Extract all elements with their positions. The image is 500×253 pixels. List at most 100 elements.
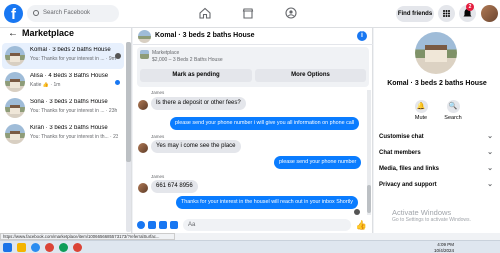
listing-thumbnail xyxy=(5,98,25,118)
conversation-preview: You: Thanks for your interest in th... ·… xyxy=(30,134,118,140)
notification-count-badge: 2 xyxy=(466,3,474,11)
seen-avatar xyxy=(354,209,360,215)
outgoing-message: Thanks for your interest in the housel w… xyxy=(176,196,358,209)
start-menu-icon[interactable] xyxy=(3,243,12,252)
chrome-icon[interactable] xyxy=(45,243,54,252)
chat-scrollbar[interactable] xyxy=(367,90,371,215)
chevron-down-icon: ⌄ xyxy=(487,149,493,156)
search-icon: 🔍 xyxy=(446,100,460,113)
conversation-preview: You: Thanks for your interest in ... · 9… xyxy=(30,56,116,62)
search-icon xyxy=(33,10,39,16)
like-icon[interactable]: 👍 xyxy=(356,220,367,231)
activate-windows-watermark: Activate Windows Go to Settings to activ… xyxy=(392,208,471,223)
gif-icon[interactable] xyxy=(170,221,178,229)
back-arrow-icon[interactable]: ← xyxy=(8,28,18,39)
conversation-item[interactable]: Sona · 3 beds 2 baths House You: Thanks … xyxy=(2,95,124,121)
inbox-scrollbar[interactable] xyxy=(126,42,131,232)
search-input[interactable]: Search Facebook xyxy=(27,5,119,22)
conversation-title: Alisa · 4 Beds 3 Baths House xyxy=(30,73,109,79)
watermark-subtitle: Go to Settings to activate Windows. xyxy=(392,217,471,223)
message-composer: Aa 👍 xyxy=(133,218,373,233)
chat-members-item[interactable]: Chat members ⌄ xyxy=(379,146,493,160)
add-icon[interactable] xyxy=(137,221,145,229)
listing-thumbnail xyxy=(140,50,149,59)
system-clock[interactable]: 4:09 PM 10/4/2024 xyxy=(434,242,454,253)
chat-details-panel: Komal · 3 beds 2 baths House 🔔 Mute 🔍 Se… xyxy=(374,28,500,233)
panel-title: Marketplace xyxy=(22,28,75,38)
conversation-item[interactable]: Komal · 3 beds 2 baths House You: Thanks… xyxy=(2,43,124,69)
clock-date: 10/4/2024 xyxy=(434,247,455,253)
sender-avatar xyxy=(138,183,148,193)
details-title: Komal · 3 beds 2 baths House xyxy=(387,80,487,87)
photo-icon[interactable] xyxy=(148,221,156,229)
sticker-icon[interactable] xyxy=(159,221,167,229)
chat-title[interactable]: Komal · 3 beds 2 baths House xyxy=(155,32,255,39)
mute-label: Mute xyxy=(414,115,428,121)
listing-thumbnail[interactable] xyxy=(138,30,151,43)
bell-icon: 🔔 xyxy=(414,100,428,113)
conversation-title: Kiran · 3 beds 2 baths House xyxy=(30,125,108,131)
home-icon[interactable] xyxy=(199,7,211,19)
file-explorer-icon[interactable] xyxy=(17,243,26,252)
listing-thumbnail xyxy=(5,46,25,66)
marketplace-inbox-panel: ← Marketplace Komal · 3 beds 2 baths Hous… xyxy=(0,28,132,233)
mute-button[interactable]: 🔔 Mute xyxy=(406,100,436,121)
search-placeholder: Search Facebook xyxy=(43,10,91,16)
conversation-preview: Katie 👍 · 1m xyxy=(30,82,61,88)
edge-icon[interactable] xyxy=(31,243,40,252)
customise-chat-item[interactable]: Customise chat ⌄ xyxy=(379,130,493,144)
listing-price: $2,000 – 3 Beds 2 Baths House xyxy=(152,57,223,63)
chevron-down-icon: ⌄ xyxy=(487,165,493,172)
incoming-message: 661 674 8956 xyxy=(151,180,198,193)
info-icon[interactable]: i xyxy=(357,31,367,41)
groups-icon[interactable] xyxy=(285,7,297,19)
outgoing-message: please send your phone number i will giv… xyxy=(170,117,360,130)
profile-avatar[interactable] xyxy=(481,5,498,22)
section-label: Customise chat xyxy=(379,134,424,140)
listing-thumbnail xyxy=(5,124,25,144)
menu-grid-icon[interactable] xyxy=(438,5,455,22)
conversation-item[interactable]: Kiran · 3 beds 2 baths House You: Thanks… xyxy=(2,121,124,147)
section-label: Privacy and support xyxy=(379,182,437,188)
sender-avatar xyxy=(138,100,148,110)
clock-time: 4:09 PM xyxy=(437,242,455,247)
conversation-item[interactable]: Alisa · 4 Beds 3 Baths House Katie 👍 · 1… xyxy=(2,69,124,95)
incoming-message: Is there a deposit or other fees? xyxy=(151,97,246,110)
outgoing-message: please send your phone number xyxy=(274,156,362,169)
top-bar: f Search Facebook Find friends 2 xyxy=(0,0,500,28)
section-label: Media, files and links xyxy=(379,166,440,172)
chevron-down-icon: ⌄ xyxy=(487,181,493,188)
sender-name: James xyxy=(151,90,165,95)
chrome-profile-icon[interactable] xyxy=(59,243,68,252)
chat-header: Komal · 3 beds 2 baths House i xyxy=(133,28,373,45)
message-input[interactable]: Aa xyxy=(183,219,351,231)
watermark-title: Activate Windows xyxy=(392,208,452,217)
incoming-message: Yes may i come see the place xyxy=(151,140,241,153)
chevron-down-icon: ⌄ xyxy=(487,133,493,140)
unread-dot-icon xyxy=(115,80,120,85)
find-friends-button[interactable]: Find friends xyxy=(396,6,434,22)
conversation-title: Komal · 3 beds 2 baths House xyxy=(30,47,111,53)
status-bar-url: https://www.facebook.com/marketplace/ite… xyxy=(0,233,175,240)
sender-name: James xyxy=(151,134,165,139)
media-files-links-item[interactable]: Media, files and links ⌄ xyxy=(379,162,493,176)
sender-name: James xyxy=(151,174,165,179)
more-options-button[interactable]: More Options xyxy=(255,69,366,82)
facebook-logo-icon[interactable]: f xyxy=(4,4,23,23)
section-label: Chat members xyxy=(379,150,421,156)
windows-taskbar: 4:09 PM 10/4/2024 xyxy=(0,240,500,253)
conversation-title: Sona · 3 beds 2 baths House xyxy=(30,99,108,105)
listing-image xyxy=(415,32,457,74)
conversation-preview: You: Thanks for your interest in ... · 2… xyxy=(30,108,118,114)
listing-card: Marketplace $2,000 – 3 Beds 2 Baths Hous… xyxy=(137,47,369,87)
marketplace-icon[interactable] xyxy=(242,7,254,19)
search-button[interactable]: 🔍 Search xyxy=(438,100,468,121)
seen-avatar xyxy=(115,53,121,59)
chrome-window-icon[interactable] xyxy=(73,243,82,252)
search-label: Search xyxy=(444,115,462,121)
mark-as-pending-button[interactable]: Mark as pending xyxy=(140,69,252,82)
chat-panel: Komal · 3 beds 2 baths House i Marketpla… xyxy=(133,28,373,233)
marketplace-label: Marketplace xyxy=(152,50,180,56)
privacy-support-item[interactable]: Privacy and support ⌄ xyxy=(379,178,493,192)
listing-thumbnail xyxy=(5,72,25,92)
